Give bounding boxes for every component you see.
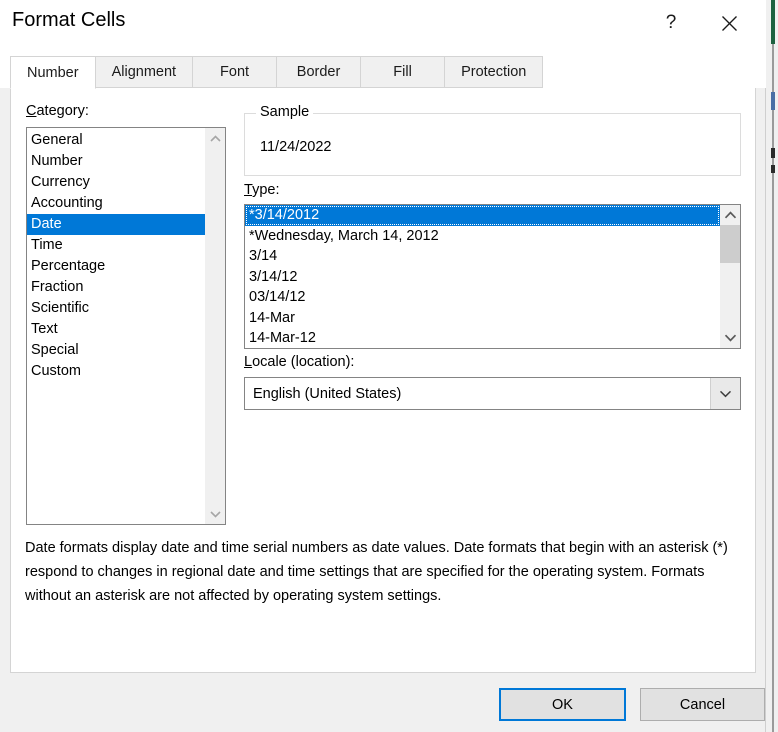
category-list-item[interactable]: Date [27,214,205,235]
tab-label: Font [220,64,249,80]
category-listbox[interactable]: GeneralNumberCurrencyAccountingDateTimeP… [26,127,226,525]
category-label-text: ategory: [36,103,88,119]
type-scroll-thumb[interactable] [720,225,740,263]
category-list-item[interactable]: Scientific [27,298,205,319]
chevron-down-icon [724,334,737,342]
tab-list: Number Alignment Font Border Fill Protection [10,56,543,88]
locale-label: Locale (location): [244,354,354,370]
category-item-list: GeneralNumberCurrencyAccountingDateTimeP… [27,128,205,524]
description-text: Date formats display date and time seria… [25,536,731,608]
type-label: Type: [244,182,279,198]
tab-protection[interactable]: Protection [445,56,543,88]
ok-button[interactable]: OK [499,688,626,721]
chevron-down-icon [719,390,732,398]
locale-dropdown-button[interactable] [710,378,740,409]
sample-legend: Sample [256,104,313,120]
category-list-item[interactable]: Number [27,151,205,172]
type-scroll-up-button[interactable] [720,205,740,225]
category-scroll-down-button[interactable] [205,504,225,524]
number-tab-panel: Category: GeneralNumberCurrencyAccountin… [10,88,756,673]
format-cells-dialog: Format Cells ? Number Alignment Font Border… [0,0,766,732]
tab-label: Protection [461,64,526,80]
background-band [771,148,775,158]
close-button[interactable] [706,0,752,46]
locale-label-text: ocale (location): [252,354,354,370]
type-list-item[interactable]: 3/14 [245,246,720,267]
type-list-item[interactable]: *Wednesday, March 14, 2012 [245,226,720,247]
category-list-item[interactable]: Accounting [27,193,205,214]
tab-fill[interactable]: Fill [361,56,445,88]
category-label: Category: [26,103,89,119]
cancel-button[interactable]: Cancel [640,688,765,721]
tab-strip: Number Alignment Font Border Fill Protection [0,46,766,88]
category-list-item[interactable]: Special [27,340,205,361]
sample-value: 11/24/2022 [260,139,332,155]
background-band [771,92,775,110]
question-mark-icon: ? [666,12,677,34]
locale-combobox[interactable]: English (United States) [244,377,741,410]
category-list-item[interactable]: General [27,130,205,151]
background-accent-bar [771,0,775,44]
tab-number[interactable]: Number [10,56,96,89]
type-list-item[interactable]: 14-Mar-12 [245,328,720,349]
type-scrollbar[interactable] [720,205,740,348]
category-list-item[interactable]: Time [27,235,205,256]
type-label-accel: T [244,182,252,198]
dialog-title: Format Cells [12,9,125,32]
type-label-text: ype: [252,182,279,198]
tab-label: Fill [393,64,412,80]
category-label-accel: C [26,103,36,119]
locale-selected-value: English (United States) [245,378,710,409]
background-band [771,165,775,173]
tab-label: Alignment [112,64,176,80]
category-list-item[interactable]: Percentage [27,256,205,277]
title-bar: Format Cells ? [0,0,766,46]
chevron-up-icon [724,211,737,219]
tab-alignment[interactable]: Alignment [96,56,193,88]
sample-groupbox: Sample 11/24/2022 [244,113,741,176]
type-item-list: *3/14/2012*Wednesday, March 14, 20123/14… [245,205,720,348]
type-listbox[interactable]: *3/14/2012*Wednesday, March 14, 20123/14… [244,204,741,349]
tab-label: Border [297,64,341,80]
type-list-item[interactable]: 3/14/12 [245,267,720,288]
screen: Format Cells ? Number Alignment Font Border… [0,0,778,732]
category-list-item[interactable]: Fraction [27,277,205,298]
category-list-item[interactable]: Currency [27,172,205,193]
background-app-strip [766,0,778,732]
tab-font[interactable]: Font [193,56,277,88]
category-scroll-up-button[interactable] [205,128,225,148]
tab-border[interactable]: Border [277,56,361,88]
tab-label: Number [27,65,79,81]
category-scrollbar[interactable] [205,128,225,524]
chevron-up-icon [210,135,221,142]
category-list-item[interactable]: Custom [27,361,205,382]
type-scroll-down-button[interactable] [720,328,740,348]
category-list-item[interactable]: Text [27,319,205,340]
close-icon [721,15,738,32]
locale-label-accel: L [244,354,252,370]
type-list-item[interactable]: *3/14/2012 [245,205,720,226]
help-button[interactable]: ? [648,0,694,46]
chevron-down-icon [210,511,221,518]
type-list-item[interactable]: 14-Mar [245,308,720,329]
type-list-item[interactable]: 03/14/12 [245,287,720,308]
